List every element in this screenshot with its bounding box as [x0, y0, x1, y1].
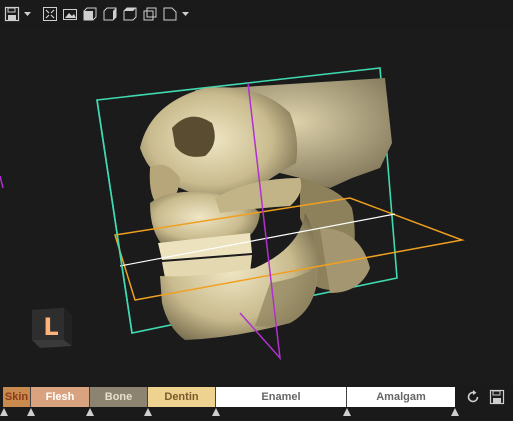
screenshot-icon[interactable] — [61, 4, 79, 24]
save-dropdown-chevron-icon[interactable] — [23, 4, 31, 24]
cube-outline-icon[interactable] — [141, 4, 159, 24]
segment-dentin[interactable]: Dentin — [148, 387, 216, 407]
tf-marker[interactable] — [86, 408, 94, 416]
volume-render-scene — [0, 67, 465, 361]
view-toolbar — [0, 0, 513, 28]
cube-front-icon[interactable] — [81, 4, 99, 24]
fit-view-icon[interactable] — [41, 4, 59, 24]
cube-top-icon[interactable] — [121, 4, 139, 24]
tf-marker[interactable] — [212, 408, 220, 416]
segment-amalgam[interactable]: Amalgam — [347, 387, 455, 407]
tf-marker[interactable] — [0, 408, 8, 416]
segment-skin[interactable]: Skin — [3, 387, 31, 407]
orientation-label: L — [43, 313, 59, 341]
save-preset-icon[interactable] — [487, 387, 507, 407]
page-dropdown-chevron-icon[interactable] — [181, 4, 189, 24]
segment-flesh[interactable]: Flesh — [31, 387, 90, 407]
save-view-icon[interactable] — [3, 4, 21, 24]
volume-render-viewport[interactable]: L — [0, 28, 513, 385]
segment-bone[interactable]: Bone — [90, 387, 148, 407]
tf-marker[interactable] — [343, 408, 351, 416]
segment-enamel[interactable]: Enamel — [216, 387, 347, 407]
sagittal-left-edge — [0, 175, 4, 189]
tf-marker[interactable] — [144, 408, 152, 416]
bounding-box-front-edge — [96, 99, 133, 334]
cube-side-icon[interactable] — [101, 4, 119, 24]
reset-icon[interactable] — [463, 387, 483, 407]
tf-marker[interactable] — [451, 408, 459, 416]
tf-marker[interactable] — [27, 408, 35, 416]
transfer-function-bar: Skin Flesh Bone Dentin Enamel Amalgam — [0, 385, 513, 421]
page-icon[interactable] — [161, 4, 179, 24]
